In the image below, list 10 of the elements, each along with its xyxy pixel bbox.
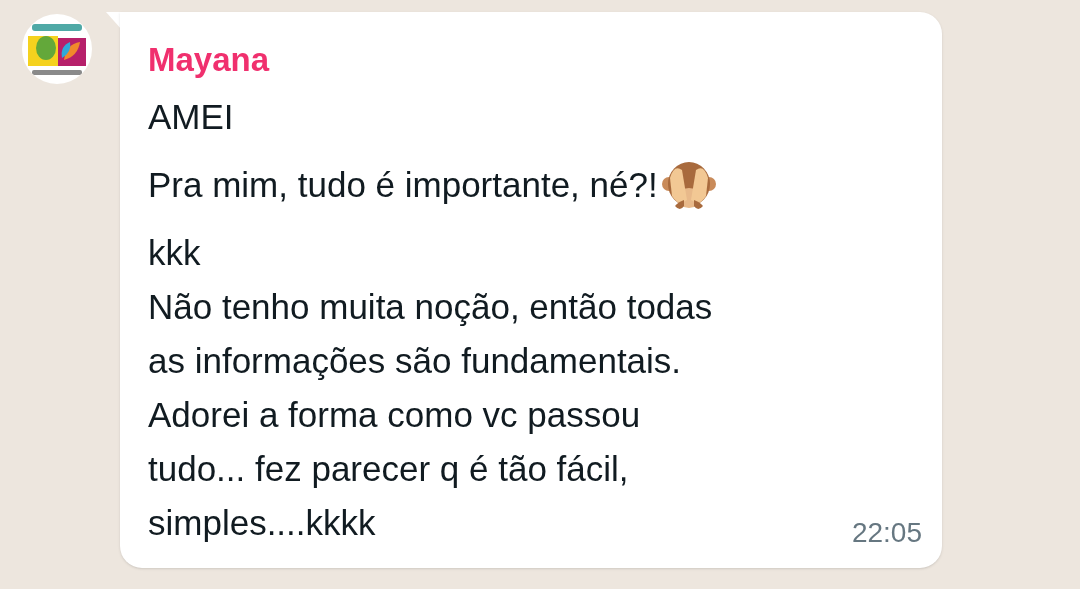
message-text: tudo... fez parecer q é tão fácil, [148,448,629,490]
sender-name: Mayana [148,40,271,80]
message-text: kkk [148,232,201,274]
message-text: Pra mim, tudo é importante, né?! [148,164,658,206]
message-time: 22:05 [851,516,922,550]
message-text: simples....kkkk [148,502,376,544]
message-text: as informações são fundamentais. [148,340,682,382]
message-text: AMEI [148,96,234,138]
message-text: Não tenho muita noção, então todas [148,286,713,328]
message-text: Adorei a forma como vc passou [148,394,641,436]
